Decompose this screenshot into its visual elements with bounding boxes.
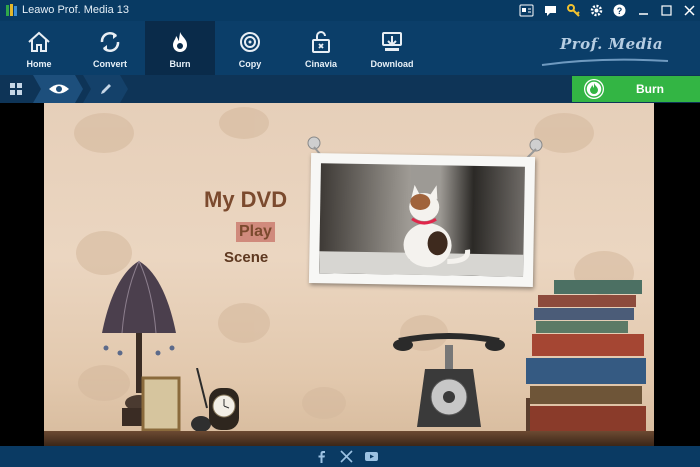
register-icon[interactable] — [519, 3, 534, 18]
home-icon — [28, 31, 50, 52]
telephone-decoration — [393, 333, 505, 427]
gear-icon[interactable] — [589, 3, 604, 18]
svg-text:?: ? — [617, 6, 623, 16]
tool-convert[interactable]: Convert — [75, 21, 145, 75]
key-icon[interactable] — [566, 3, 581, 18]
youtube-icon[interactable] — [365, 450, 378, 463]
books-decoration — [526, 280, 646, 432]
chat-icon[interactable] — [543, 3, 558, 18]
tool-label: Copy — [238, 59, 262, 69]
template-grid-button[interactable] — [0, 75, 33, 103]
tool-cinavia[interactable]: Cinavia — [286, 21, 356, 75]
copy-icon — [240, 32, 260, 52]
window-title: Leawo Prof. Media 13 — [22, 4, 130, 16]
facebook-icon[interactable] — [315, 450, 328, 463]
tool-label: Cinavia — [304, 59, 337, 69]
brand-swoosh — [541, 58, 669, 66]
grid-icon — [10, 83, 22, 95]
brand-logo: Prof. Media — [560, 35, 664, 53]
app-logo-icon — [6, 4, 17, 16]
help-icon[interactable]: ? — [612, 3, 627, 18]
menu-scene-button[interactable]: Scene — [224, 249, 268, 266]
menu-play-button[interactable]: Play — [236, 222, 275, 242]
cinavia-icon — [312, 31, 330, 53]
cat-photo — [319, 163, 525, 277]
convert-icon — [100, 32, 120, 52]
preview-area: My DVD Play Scene — [0, 103, 700, 446]
pencil-icon — [83, 75, 128, 103]
edit-button[interactable] — [83, 75, 128, 103]
eye-icon — [33, 75, 83, 103]
preview-button[interactable] — [33, 75, 83, 103]
cat-illustration — [319, 164, 524, 277]
burn-disc-icon — [584, 79, 604, 99]
maximize-icon[interactable] — [659, 3, 674, 18]
desk-items-decoration — [141, 368, 239, 432]
burn-button-label: Burn — [636, 82, 664, 96]
minimize-icon[interactable] — [636, 3, 651, 18]
shelf-decoration — [44, 431, 654, 446]
dvd-menu-canvas: My DVD Play Scene — [44, 103, 654, 446]
footer-bar — [0, 446, 700, 467]
burn-button[interactable]: Burn — [572, 76, 700, 102]
tool-copy[interactable]: Copy — [215, 21, 285, 75]
tool-label: Home — [26, 59, 52, 69]
close-icon[interactable] — [682, 3, 697, 18]
main-toolbar: Home Convert Burn Copy Cinavia Download … — [0, 21, 700, 75]
menu-title: My DVD — [204, 187, 288, 212]
download-icon — [382, 32, 402, 51]
burn-icon — [173, 32, 187, 52]
twitter-icon[interactable] — [340, 450, 353, 463]
tool-label: Burn — [169, 59, 191, 69]
tool-burn[interactable]: Burn — [145, 21, 215, 75]
tool-download[interactable]: Download — [357, 21, 427, 75]
tool-label: Download — [370, 59, 414, 69]
menu-photo-frame[interactable] — [308, 153, 536, 287]
tool-home[interactable]: Home — [4, 21, 74, 75]
title-bar: Leawo Prof. Media 13 ? — [0, 0, 700, 21]
tool-label: Convert — [92, 59, 127, 69]
